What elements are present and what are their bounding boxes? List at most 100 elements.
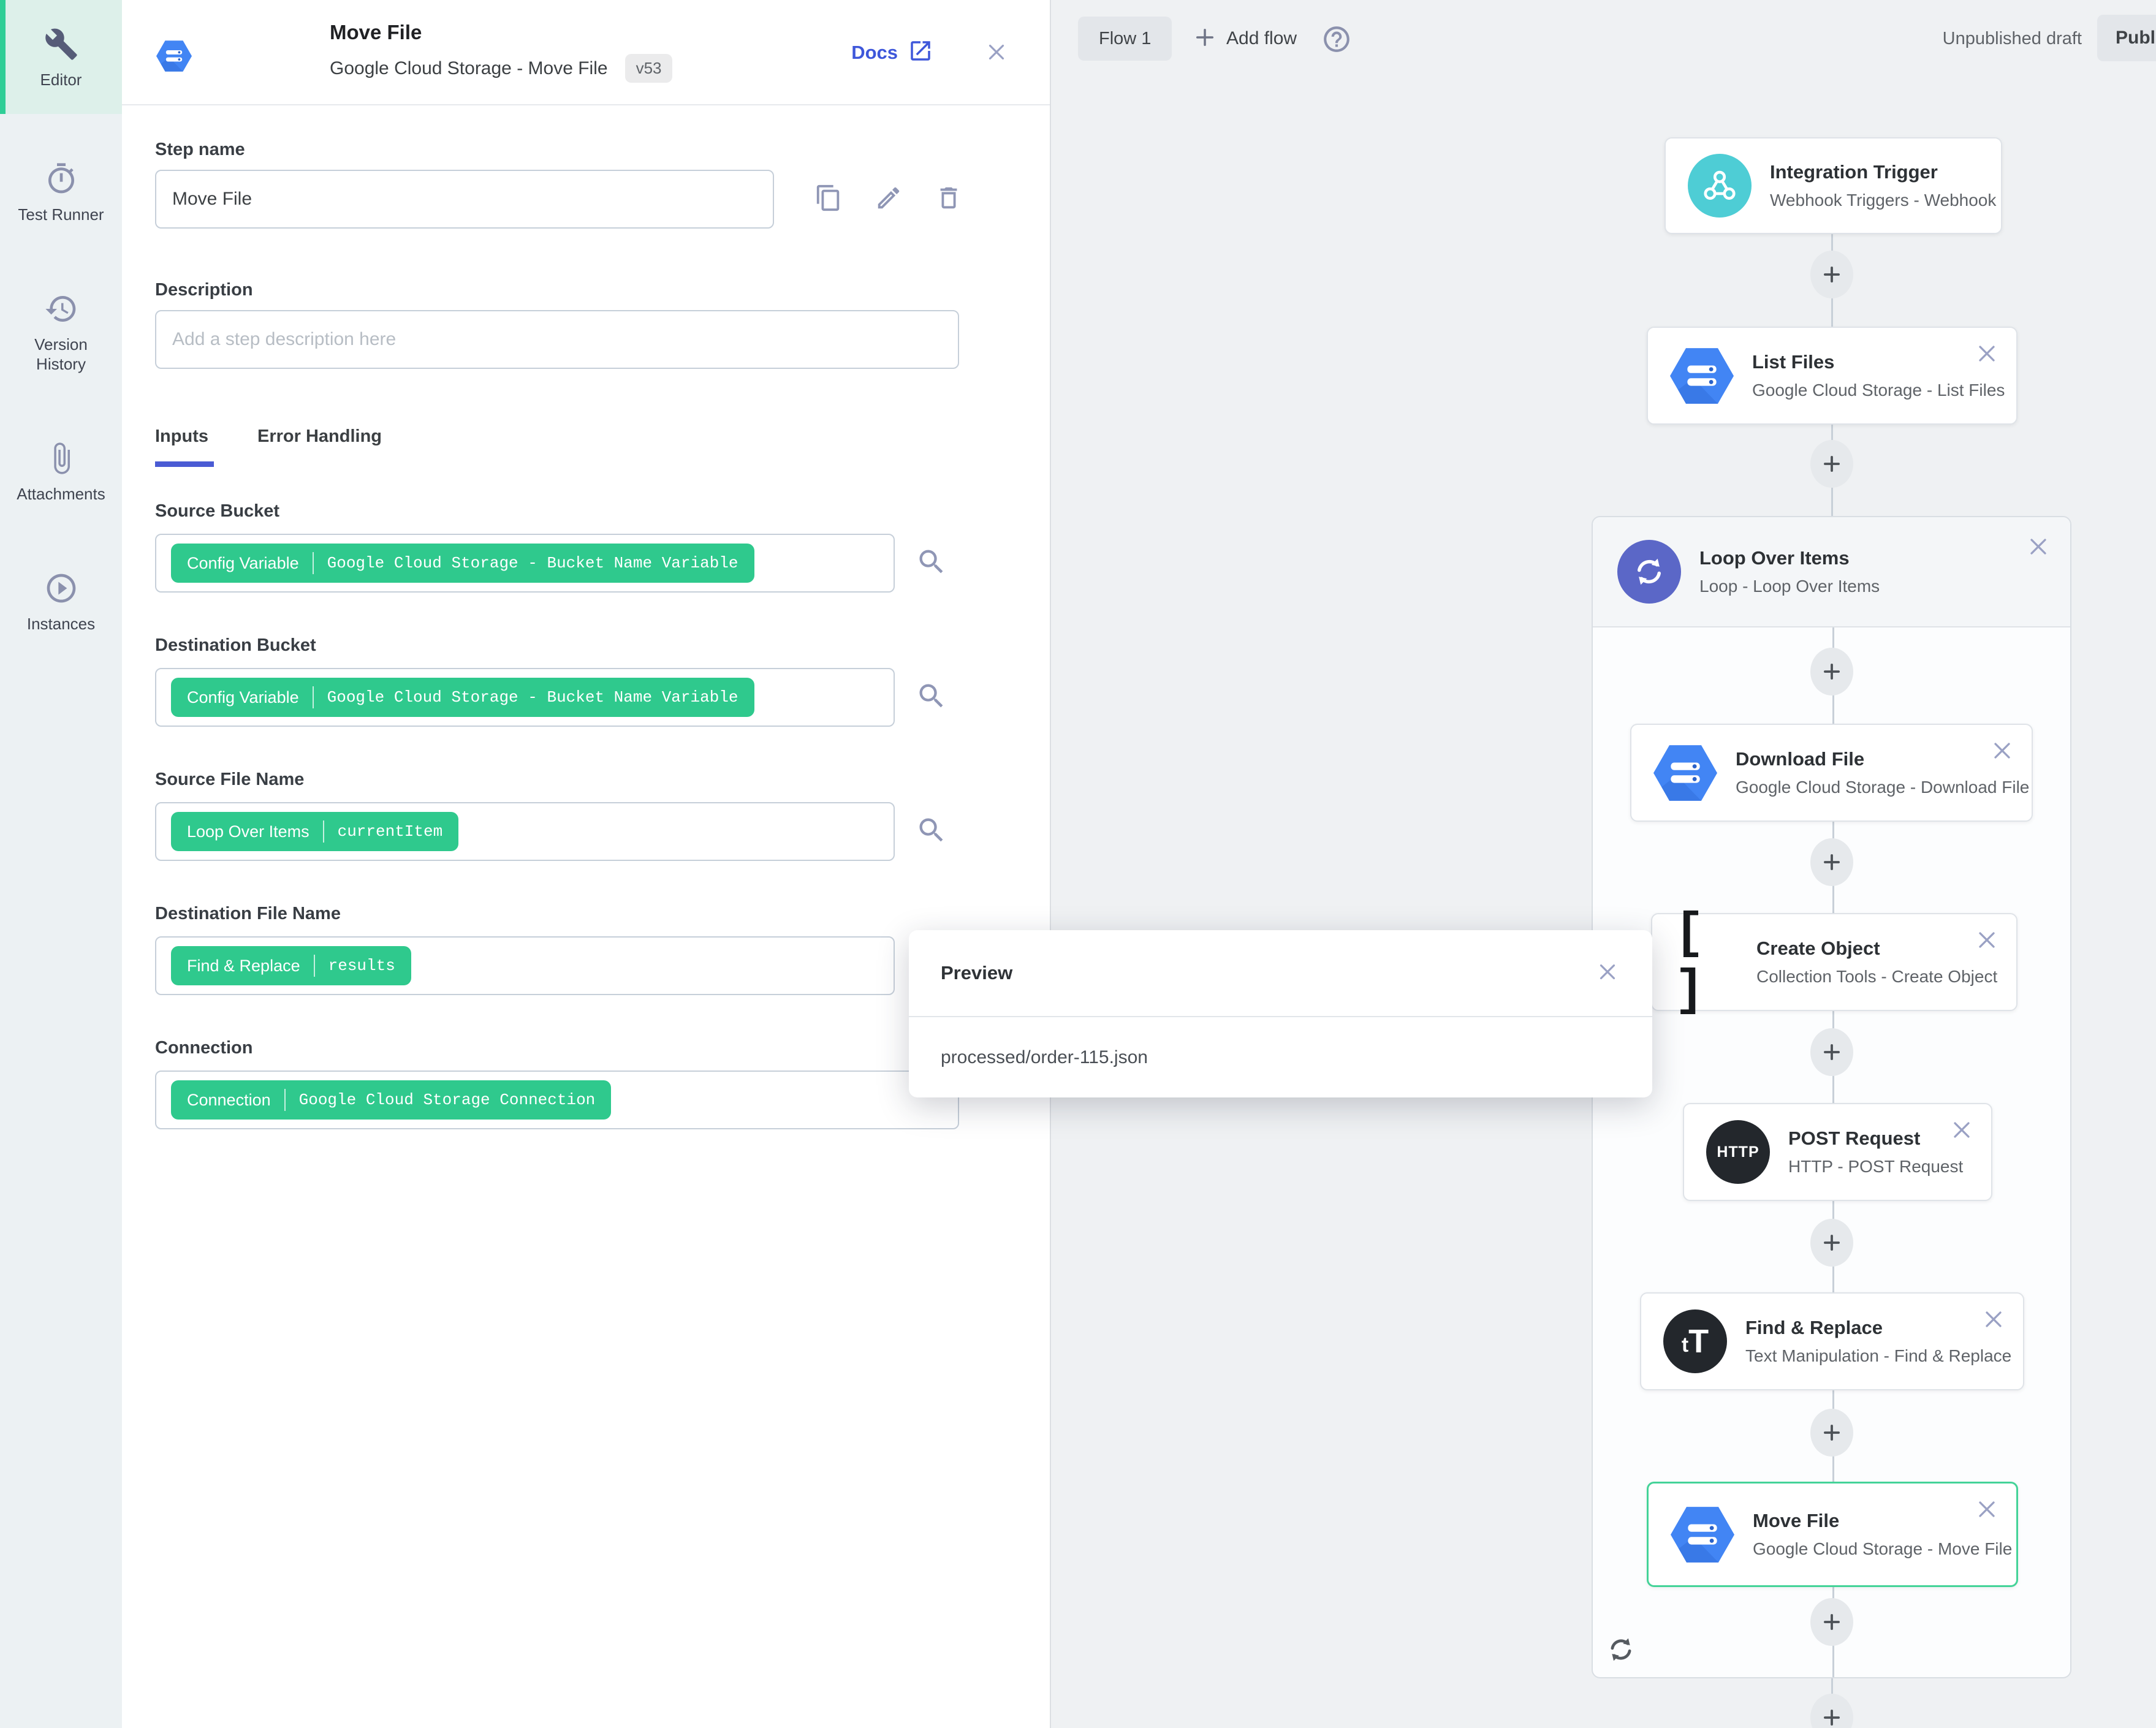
app-root: Editor Test Runner Version History Attac…: [0, 0, 2156, 1728]
node-subtitle: Webhook Triggers - Webhook: [1770, 191, 1997, 210]
gcs-hexagon-icon: [1653, 741, 1717, 805]
flow-tab[interactable]: Flow 1: [1078, 17, 1172, 61]
loop-repeat-icon: [1605, 1634, 1637, 1669]
plus-icon: [1192, 25, 1218, 53]
copy-icon[interactable]: [814, 184, 843, 215]
gcs-hexagon-icon: [156, 40, 192, 75]
remove-step-icon[interactable]: [1948, 1116, 1975, 1146]
help-icon[interactable]: [1321, 24, 1352, 58]
brackets-icon: [ ]: [1674, 905, 1709, 1019]
add-step-button[interactable]: [1810, 838, 1853, 886]
add-step-button[interactable]: [1810, 1694, 1853, 1728]
add-step-button[interactable]: [1810, 1409, 1853, 1457]
add-step-button[interactable]: [1810, 440, 1853, 488]
remove-step-icon[interactable]: [2025, 533, 2052, 563]
wrench-icon: [44, 27, 78, 61]
add-step-button[interactable]: [1810, 1598, 1853, 1646]
destination-file-name-label: Destination File Name: [155, 904, 341, 923]
remove-step-icon[interactable]: [1973, 927, 2000, 957]
sidebar-item-instances[interactable]: Instances: [0, 571, 122, 634]
description-label: Description: [155, 280, 253, 300]
node-loop-over-items[interactable]: Loop Over Items Loop - Loop Over Items: [1593, 517, 2070, 627]
docs-link[interactable]: Docs: [851, 38, 933, 67]
sidebar-item-label: Test Runner: [18, 205, 104, 224]
connection-label: Connection: [155, 1038, 253, 1058]
http-icon: HTTP: [1706, 1120, 1770, 1184]
external-link-icon: [908, 38, 933, 67]
sidebar: Editor Test Runner Version History Attac…: [0, 0, 122, 1728]
source-bucket-input[interactable]: Config Variable Google Cloud Storage - B…: [155, 534, 895, 593]
node-subtitle: HTTP - POST Request: [1788, 1157, 1964, 1176]
node-title: Move File: [1753, 1510, 1840, 1531]
paperclip-icon: [44, 441, 78, 476]
node-title: POST Request: [1788, 1127, 1921, 1149]
step-reference-tag[interactable]: Loop Over Items currentItem: [171, 812, 459, 851]
play-circle-icon: [44, 571, 78, 605]
node-title: Find & Replace: [1745, 1317, 1883, 1338]
sidebar-item-version-history[interactable]: Version History: [0, 292, 122, 374]
node-subtitle: Loop - Loop Over Items: [1699, 577, 1880, 596]
connection-tag[interactable]: Connection Google Cloud Storage Connecti…: [171, 1080, 612, 1120]
node-list-files[interactable]: List Files Google Cloud Storage - List F…: [1647, 327, 2017, 425]
remove-step-icon[interactable]: [1989, 737, 2016, 767]
node-subtitle: Google Cloud Storage - List Files: [1752, 381, 2005, 400]
add-step-button[interactable]: [1810, 1028, 1853, 1076]
popup-close-icon[interactable]: [1595, 959, 1620, 988]
step-name-input[interactable]: [155, 170, 774, 229]
publish-button[interactable]: Publish: [2097, 15, 2156, 61]
node-move-file[interactable]: Move File Google Cloud Storage - Move Fi…: [1647, 1482, 2018, 1587]
sidebar-item-attachments[interactable]: Attachments: [0, 441, 122, 504]
trash-icon[interactable]: [935, 184, 963, 215]
config-variable-tag[interactable]: Config Variable Google Cloud Storage - B…: [171, 544, 754, 583]
gcs-hexagon-icon: [1671, 1503, 1734, 1566]
source-bucket-label: Source Bucket: [155, 501, 280, 521]
source-file-name-input[interactable]: Loop Over Items currentItem: [155, 802, 895, 861]
node-find-replace[interactable]: tT Find & Replace Text Manipulation - Fi…: [1640, 1292, 2024, 1390]
sidebar-item-label: Instances: [26, 615, 96, 633]
preview-popup: Preview processed/order-115.json: [909, 930, 1652, 1097]
add-flow-button[interactable]: Add flow: [1192, 17, 1297, 61]
tab-error-handling[interactable]: Error Handling: [257, 426, 382, 447]
add-step-button[interactable]: [1810, 648, 1853, 695]
panel-tabs: Inputs Error Handling: [155, 426, 1017, 447]
gcs-hexagon-icon: [1670, 344, 1734, 407]
stopwatch-icon: [44, 162, 78, 196]
node-title: Integration Trigger: [1770, 161, 1938, 183]
add-step-button[interactable]: [1810, 1219, 1853, 1267]
sidebar-item-label: Version History: [34, 335, 88, 373]
edit-icon[interactable]: [875, 184, 903, 215]
remove-step-icon[interactable]: [1973, 1496, 2000, 1526]
search-icon[interactable]: [916, 546, 947, 581]
config-variable-tag[interactable]: Config Variable Google Cloud Storage - B…: [171, 678, 754, 717]
node-create-object[interactable]: [ ] Create Object Collection Tools - Cre…: [1651, 905, 2017, 1019]
search-icon[interactable]: [916, 680, 947, 715]
connection-input[interactable]: Connection Google Cloud Storage Connecti…: [155, 1071, 959, 1129]
add-step-button[interactable]: [1810, 251, 1853, 298]
node-integration-trigger[interactable]: Integration Trigger Webhook Triggers - W…: [1664, 137, 2002, 234]
sidebar-item-test-runner[interactable]: Test Runner: [0, 162, 122, 224]
sidebar-item-label: Editor: [40, 70, 82, 89]
history-icon: [44, 292, 78, 326]
node-title: Download File: [1736, 748, 1865, 770]
panel-header: Move File Google Cloud Storage - Move Fi…: [122, 0, 1050, 105]
node-subtitle: Google Cloud Storage - Move File: [1753, 1539, 2013, 1558]
search-icon[interactable]: [916, 814, 947, 849]
node-download-file[interactable]: Download File Google Cloud Storage - Dow…: [1630, 724, 2033, 822]
preview-content: processed/order-115.json: [941, 1047, 1148, 1067]
node-title: Create Object: [1756, 938, 1880, 959]
step-action-subtitle: Google Cloud Storage - Move File: [330, 58, 608, 78]
remove-step-icon[interactable]: [1980, 1306, 2007, 1336]
popup-title: Preview: [941, 962, 1013, 983]
description-input[interactable]: [155, 310, 959, 369]
tab-inputs[interactable]: Inputs: [155, 426, 208, 447]
destination-bucket-input[interactable]: Config Variable Google Cloud Storage - B…: [155, 668, 895, 727]
page-title: Move File: [330, 21, 422, 44]
sidebar-item-editor[interactable]: Editor: [0, 0, 122, 114]
destination-file-name-input[interactable]: Find & Replace results: [155, 936, 895, 995]
step-reference-tag[interactable]: Find & Replace results: [171, 946, 411, 985]
node-post-request[interactable]: HTTP POST Request HTTP - POST Request: [1683, 1103, 1992, 1201]
active-tab-indicator: [155, 461, 214, 467]
status-badge: Unpublished draft: [1942, 28, 2082, 48]
panel-close-icon[interactable]: [984, 39, 1009, 68]
remove-step-icon[interactable]: [1973, 340, 2000, 370]
